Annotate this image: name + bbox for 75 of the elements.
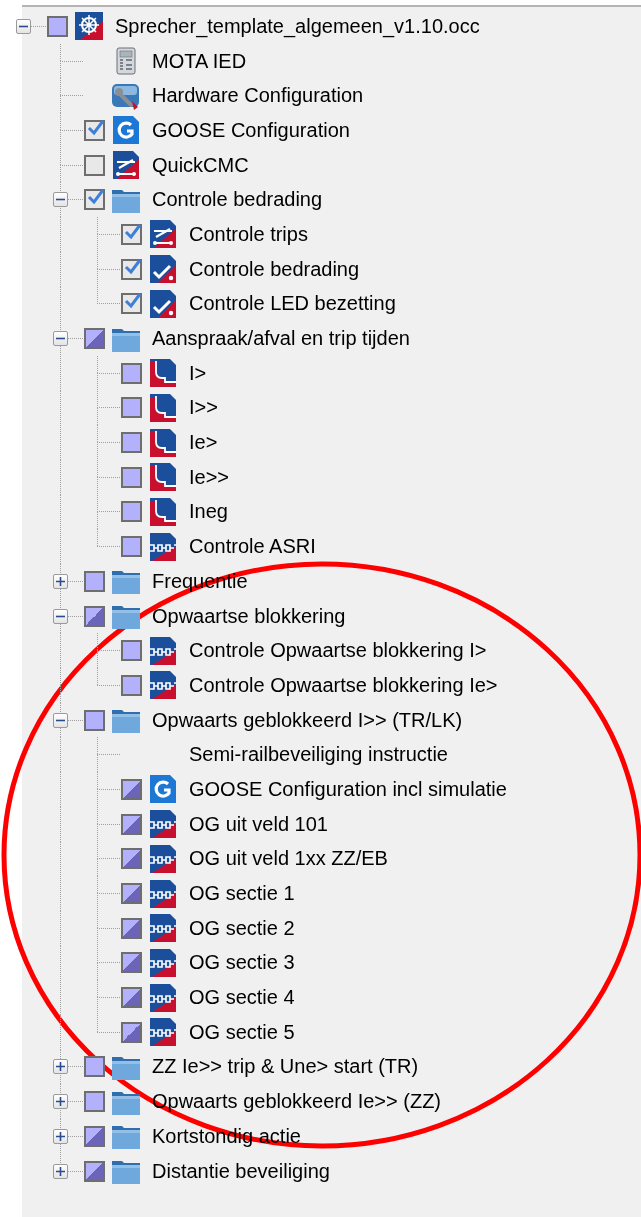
chain-document-icon	[148, 947, 178, 978]
chain-document-icon	[148, 913, 178, 944]
expand-button[interactable]	[53, 573, 68, 589]
curve-document-icon	[148, 358, 178, 389]
plus-icon	[56, 1131, 65, 1141]
expand-button[interactable]	[53, 1128, 68, 1144]
document-icon	[148, 774, 178, 805]
plus-icon	[56, 1166, 65, 1176]
tree-item-label[interactable]: MOTA IED	[152, 49, 247, 73]
tree-item-label[interactable]: Controle trips	[189, 222, 308, 246]
document-icon	[111, 115, 141, 146]
tree-item-label[interactable]: Hardware Configuration	[152, 84, 364, 108]
tree-item-label[interactable]: Controle LED bezetting	[189, 292, 396, 316]
expand-button[interactable]	[53, 1094, 68, 1110]
checkbox[interactable]	[84, 189, 105, 211]
switch-document-icon	[148, 219, 178, 250]
plus-icon	[56, 1062, 65, 1072]
tree-item-label[interactable]: Opwaarts geblokkeerd Ie>> (ZZ)	[152, 1090, 441, 1114]
checkbox[interactable]	[84, 154, 105, 176]
tree-item-label[interactable]: QuickCMC	[152, 153, 249, 177]
chain-document-icon	[148, 982, 178, 1013]
chain-document-icon	[148, 531, 178, 562]
tree-item-label[interactable]: OG sectie 3	[189, 951, 295, 975]
tree-item-label[interactable]: GOOSE Configuration	[152, 118, 350, 142]
tree-item-label[interactable]: Controle bedrading	[152, 188, 323, 212]
expand-button[interactable]	[53, 1163, 68, 1179]
tree-item-label[interactable]: OG sectie 5	[189, 1020, 295, 1044]
checkbox[interactable]	[121, 293, 142, 315]
chain-document-icon	[148, 809, 178, 840]
tree-item-label[interactable]: Aanspraak/afval en trip tijden	[152, 327, 410, 351]
switch-document-icon	[111, 150, 141, 181]
tree-item-label[interactable]: Ie>	[189, 431, 218, 455]
curve-document-icon	[148, 392, 178, 423]
tree-item-label[interactable]: OG sectie 1	[189, 882, 295, 906]
tree-item-label[interactable]: GOOSE Configuration incl simulatie	[189, 777, 507, 801]
tree-item-label[interactable]: Sprecher_template_algemeen_v1.10.occ	[115, 14, 480, 38]
wheel-icon	[74, 11, 104, 42]
tree-item-label[interactable]: Distantie beveiliging	[152, 1159, 330, 1183]
tree-item-label[interactable]: Controle ASRI	[189, 535, 316, 559]
plus-icon	[56, 576, 65, 586]
collapse-button[interactable]	[16, 18, 31, 34]
tree-item-label[interactable]: Semi-railbeveiliging instructie	[189, 743, 448, 767]
checkbox[interactable]	[84, 119, 105, 141]
tree-item-label[interactable]: I>	[189, 361, 207, 385]
plus-icon	[56, 1097, 65, 1107]
tree-item-label[interactable]: Controle Opwaartse blokkering Ie>	[189, 673, 498, 697]
check-document-icon	[148, 288, 178, 319]
chain-document-icon	[148, 670, 178, 701]
tree-item-label[interactable]: Opwaartse blokkering	[152, 604, 346, 628]
tree-item-label[interactable]: OG uit veld 101	[189, 812, 328, 836]
chain-document-icon	[148, 878, 178, 909]
tree-item-label[interactable]: Controle Opwaartse blokkering I>	[189, 639, 487, 663]
tree-item-label[interactable]: Ineg	[189, 500, 228, 524]
tree-item-label[interactable]: OG uit veld 1xx ZZ/EB	[189, 847, 388, 871]
chain-document-icon	[148, 635, 178, 666]
curve-document-icon	[148, 462, 178, 493]
tree-item-label[interactable]: OG sectie 4	[189, 986, 295, 1010]
checkbox[interactable]	[121, 223, 142, 245]
tree-item-label[interactable]: ZZ Ie>> trip & Une> start (TR)	[152, 1055, 419, 1079]
expand-button[interactable]	[53, 1059, 68, 1075]
curve-document-icon	[148, 427, 178, 458]
tree-item-label[interactable]: I>>	[189, 396, 218, 420]
chain-document-icon	[148, 1017, 178, 1048]
collapse-button[interactable]	[53, 192, 68, 208]
tree-item-label[interactable]: OG sectie 2	[189, 916, 295, 940]
tree-item-label[interactable]: Opwaarts geblokkeerd I>> (TR/LK)	[152, 708, 463, 732]
collapse-button[interactable]	[53, 608, 68, 624]
curve-document-icon	[148, 496, 178, 527]
check-document-icon	[148, 254, 178, 285]
collapse-button[interactable]	[53, 712, 68, 728]
tree-item-label[interactable]: Controle bedrading	[189, 257, 360, 281]
tree-item-label[interactable]: Ie>>	[189, 465, 230, 489]
checkbox[interactable]	[121, 258, 142, 280]
collapse-button[interactable]	[53, 331, 68, 347]
chain-document-icon	[148, 843, 178, 874]
